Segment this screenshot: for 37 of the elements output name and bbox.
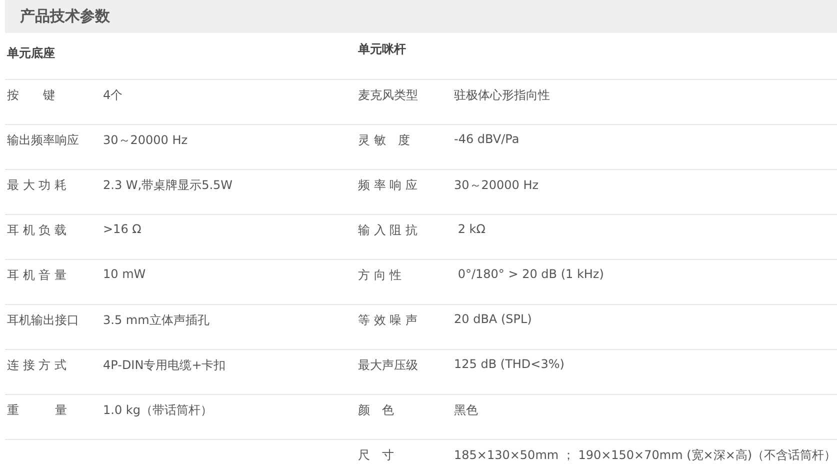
spec-value: 3.5 mm立体声插孔 [103, 312, 210, 329]
spec-label: 频 率 响 应 [358, 177, 418, 194]
spec-label: 连 接 方 式 [7, 357, 68, 374]
section-title: 产品技术参数 [20, 7, 110, 26]
spec-value: 黑色 [454, 402, 478, 419]
spec-label: 方 向 性 [358, 267, 403, 284]
group-heading: 单元底座 [7, 45, 55, 62]
spec-label: 重 量 [7, 402, 68, 419]
spec-value: 20 dBA (SPL) [454, 312, 532, 326]
spec-label: 耳 机 音 量 [7, 267, 68, 284]
spec-label: 按 键 [7, 87, 56, 104]
spec-label: 最大声压级 [358, 357, 419, 374]
spec-label: 耳机输出接口 [7, 312, 80, 329]
spec-value: 185×130×50mm ； 190×150×70mm (宽×深×高)（不含话筒杆） [454, 447, 836, 464]
spec-value: >16 Ω [103, 222, 142, 236]
spec-value: -46 dBV/Pa [454, 132, 520, 146]
spec-value: 0°/180° > 20 dB (1 kHz) [456, 267, 604, 281]
spec-value: 2 kΩ [456, 222, 486, 236]
spec-label: 尺 寸 [358, 447, 395, 464]
spec-value: 驻极体心形指向性 [454, 87, 550, 104]
spec-value: 30～20000 Hz [454, 177, 539, 194]
group-heading: 单元咪杆 [358, 41, 406, 58]
spec-value: 2.3 W,带桌牌显示5.5W [103, 177, 233, 194]
spec-label: 输出频率响应 [7, 132, 80, 149]
spec-label: 灵 敏 度 [358, 132, 411, 149]
spec-label: 输 入 阻 抗 [358, 222, 418, 239]
spec-value: 10 mW [103, 267, 146, 281]
spec-value: 4个 [103, 87, 123, 104]
spec-value: 125 dB (THD<3%) [454, 357, 564, 371]
spec-label: 麦克风类型 [358, 87, 419, 104]
spec-value: 4P-DIN专用电缆+卡扣 [103, 357, 226, 374]
spec-label: 最 大 功 耗 [7, 177, 68, 194]
spec-label: 颜 色 [358, 402, 395, 419]
spec-value: 30～20000 Hz [103, 132, 188, 149]
spec-value: 1.0 kg（带话筒杆） [103, 402, 212, 419]
spec-label: 耳 机 负 载 [7, 222, 68, 239]
spec-label: 等 效 噪 声 [358, 312, 418, 329]
